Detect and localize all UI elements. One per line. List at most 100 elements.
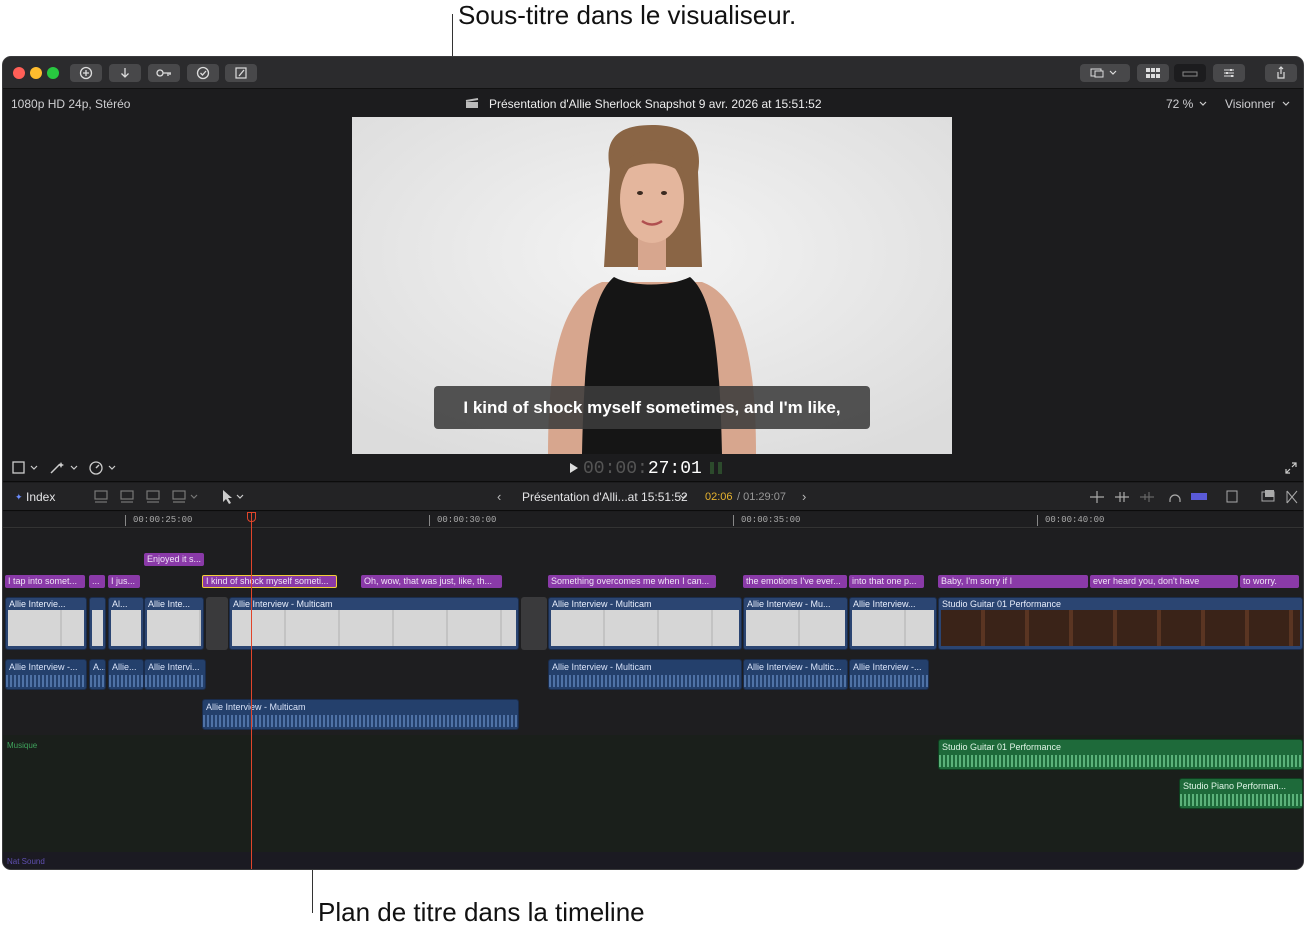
- caption-clip[interactable]: Oh, wow, that was just, like, th...: [361, 575, 502, 588]
- timeline-project-name[interactable]: Présentation d'Alli...at 15:51:52: [522, 490, 688, 504]
- next-arrow-icon[interactable]: ›: [802, 489, 806, 504]
- chevron-down-icon: [1282, 101, 1290, 106]
- caption-clip[interactable]: to worry.: [1240, 575, 1299, 588]
- viewer-layout-icon: [1090, 68, 1117, 78]
- caption-clip[interactable]: I jus...: [108, 575, 140, 588]
- video-clip[interactable]: Allie Interview - Multicam: [548, 597, 742, 650]
- download-button[interactable]: [109, 64, 141, 82]
- audio-clip[interactable]: Allie Interview - Multic...: [743, 659, 848, 690]
- caption-clip[interactable]: ever heard you, don't have: [1090, 575, 1238, 588]
- caption-clip[interactable]: I tap into somet...: [5, 575, 85, 588]
- caption-clip[interactable]: ...: [89, 575, 105, 588]
- music-lane-label: Musique: [7, 741, 38, 750]
- clip-label: Studio Guitar 01 Performance: [942, 599, 1062, 609]
- caption-clip[interactable]: Baby, I'm sorry if I: [938, 575, 1088, 588]
- clip-label: Allie Inte...: [148, 599, 191, 609]
- caption-clip[interactable]: the emotions I've ever...: [743, 575, 847, 588]
- toolbar: [3, 57, 1303, 89]
- audio-clip[interactable]: Allie...: [108, 659, 144, 690]
- import-icon: [79, 66, 93, 80]
- view-menu[interactable]: Visionner: [1225, 97, 1275, 111]
- video-clip[interactable]: Allie Interview - Multicam: [229, 597, 519, 650]
- clip-label: Al...: [112, 599, 128, 609]
- timecode-display: 00:00:27:01: [569, 459, 702, 479]
- video-clip[interactable]: Allie Inte...: [144, 597, 204, 650]
- video-clip[interactable]: Allie Interview...: [849, 597, 937, 650]
- magic-wand-icon[interactable]: [48, 460, 80, 476]
- minimize-window-button[interactable]: [30, 67, 42, 79]
- zoom-menu[interactable]: 72 %: [1166, 97, 1193, 111]
- clip-thumbnails: [941, 610, 1300, 646]
- download-icon: [121, 68, 129, 78]
- clip-label: A...: [93, 662, 106, 672]
- previous-arrow-icon[interactable]: ‹: [497, 489, 501, 504]
- video-clip[interactable]: [89, 597, 106, 650]
- audio-clip[interactable]: Allie Interview - Multicam: [548, 659, 742, 690]
- video-clip[interactable]: Studio Guitar 01 Performance: [938, 597, 1303, 650]
- caption-clip[interactable]: Something overcomes me when I can...: [548, 575, 716, 588]
- timeline-toggle-button[interactable]: [1174, 64, 1206, 82]
- final-cut-window: 1080p HD 24p, Stéréo Présentation d'Alli…: [2, 56, 1304, 870]
- waveform: [1180, 794, 1302, 806]
- speed-icon[interactable]: [88, 460, 120, 476]
- audio-meter-icon: [710, 462, 722, 474]
- keyword-icon: [156, 69, 171, 77]
- transform-icon[interactable]: [11, 460, 39, 476]
- video-clip[interactable]: Allie Interview - Mu...: [743, 597, 848, 650]
- gap-clip[interactable]: [206, 597, 228, 650]
- check-button[interactable]: [187, 64, 219, 82]
- waveform: [109, 675, 143, 687]
- music-clip[interactable]: Studio Guitar 01 Performance: [938, 739, 1303, 770]
- ruler-tick-label: 00:00:25:00: [133, 515, 193, 525]
- timeline-ruler[interactable]: 00:00:25:00 00:00:30:00 00:00:35:00 00:0…: [3, 512, 1303, 528]
- clip-thumbnails: [8, 610, 84, 646]
- waveform: [6, 675, 86, 687]
- video-clip[interactable]: Allie Intervie...: [5, 597, 87, 650]
- video-clip[interactable]: Al...: [108, 597, 144, 650]
- clip-thumbnails: [111, 610, 141, 646]
- audio-clip[interactable]: Allie Interview -...: [849, 659, 929, 690]
- zoom-window-button[interactable]: [47, 67, 59, 79]
- chevron-down-icon: [679, 494, 687, 499]
- clip-label: Allie Interview - Multic...: [747, 662, 842, 672]
- format-label: 1080p HD 24p, Stéréo: [11, 97, 131, 111]
- caption-clip-selected[interactable]: I kind of shock myself someti...: [202, 575, 337, 588]
- viewer-info-bar: 1080p HD 24p, Stéréo Présentation d'Alli…: [3, 90, 1303, 117]
- playhead-handle[interactable]: [247, 512, 256, 522]
- caption-clip[interactable]: into that one p...: [849, 575, 924, 588]
- edit-button[interactable]: [225, 64, 257, 82]
- clip-label: Allie Interview - Multicam: [552, 662, 652, 672]
- inspector-icon: [1224, 69, 1234, 77]
- caption-clip[interactable]: Enjoyed it s...: [144, 553, 204, 566]
- share-button[interactable]: [1265, 64, 1297, 82]
- waveform: [850, 675, 928, 687]
- audio-clip[interactable]: Allie Interview - Multicam: [202, 699, 519, 730]
- timeline-toolbar: ✦ Index ‹ Présentation d'Alli...at 15:51…: [3, 483, 1303, 511]
- ruler-tick-label: 00:00:40:00: [1045, 515, 1105, 525]
- clapper-icon: [465, 98, 479, 108]
- waveform: [145, 675, 205, 687]
- close-window-button[interactable]: [13, 67, 25, 79]
- browser-button[interactable]: [1137, 64, 1169, 82]
- playhead[interactable]: [251, 512, 252, 869]
- inspector-button[interactable]: [1213, 64, 1245, 82]
- music-clip[interactable]: Studio Piano Performan...: [1179, 778, 1303, 809]
- index-button[interactable]: Index: [26, 490, 55, 504]
- import-button[interactable]: [70, 64, 102, 82]
- browser-icon: [1146, 68, 1160, 78]
- ruler-tick-label: 00:00:30:00: [437, 515, 497, 525]
- waveform: [939, 755, 1302, 767]
- edit-mode-icons[interactable]: [93, 488, 205, 506]
- audio-clip[interactable]: Allie Interview -...: [5, 659, 87, 690]
- select-tool-icon[interactable]: [219, 488, 249, 506]
- audio-clip[interactable]: A...: [89, 659, 106, 690]
- gap-clip[interactable]: [521, 597, 547, 650]
- play-icon[interactable]: [569, 462, 579, 474]
- keyword-button[interactable]: [148, 64, 180, 82]
- fullscreen-icon[interactable]: [1284, 461, 1298, 475]
- share-icon: [1277, 66, 1285, 79]
- viewer-layout-button[interactable]: [1080, 64, 1130, 82]
- timeline-view-icons[interactable]: [1087, 488, 1302, 506]
- viewer-subtitle: I kind of shock myself sometimes, and I'…: [434, 386, 870, 429]
- audio-clip[interactable]: Allie Intervi...: [144, 659, 206, 690]
